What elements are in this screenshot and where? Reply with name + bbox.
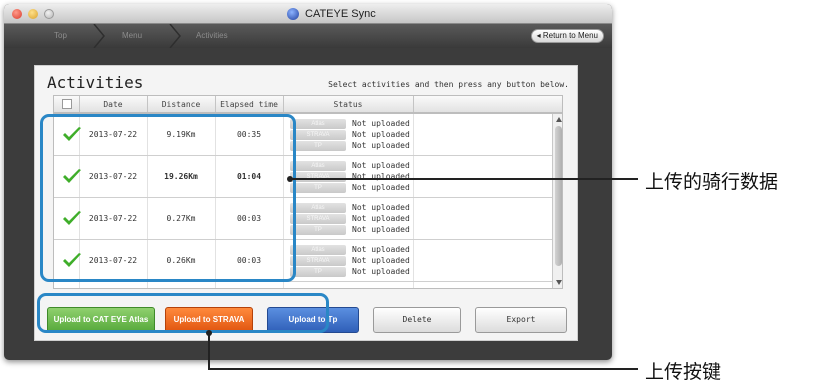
status-text: Not uploaded [352, 141, 410, 150]
status-text: Not uploaded [352, 161, 410, 170]
breadcrumb-activities: Activities [196, 31, 228, 40]
strava-status: STRAVA Not uploaded [290, 214, 410, 224]
title-bar: CATEYE Sync [4, 4, 612, 24]
window-title: CATEYE Sync [305, 8, 376, 20]
tp-tag: TP [290, 225, 346, 235]
column-header-status[interactable]: Status [283, 100, 413, 109]
callout-leader-line [208, 368, 638, 370]
scroll-down-arrow-icon[interactable] [556, 280, 562, 285]
callout-leader-line [292, 178, 638, 180]
uploaded-rides-highlight [40, 114, 296, 282]
strava-status: STRAVA Not uploaded [290, 172, 410, 182]
status-text: Not uploaded [352, 214, 410, 223]
select-all-checkbox[interactable] [62, 99, 72, 109]
column-header-distance[interactable]: Distance [147, 100, 215, 109]
chevron-right-icon [93, 24, 105, 48]
export-button[interactable]: Export [475, 307, 567, 333]
tp-tag: TP [290, 183, 346, 193]
tp-tag: TP [290, 141, 346, 151]
callout-leader-line [208, 334, 210, 370]
status-text: Not uploaded [352, 225, 410, 234]
column-header-elapsed-time[interactable]: Elapsed time [215, 100, 283, 109]
strava-tag: STRAVA [290, 130, 346, 140]
atlas-tag: Atlas [290, 161, 346, 171]
cateye-app-icon [287, 8, 299, 20]
status-text: Not uploaded [352, 119, 410, 128]
strava-status: STRAVA Not uploaded [290, 130, 410, 140]
breadcrumb-top[interactable]: Top [54, 31, 67, 40]
instruction-text: Select activities and then press any but… [328, 80, 569, 89]
uploaded-rides-callout: 上传的骑行数据 [645, 171, 779, 193]
close-window-icon[interactable] [12, 9, 22, 19]
status-text: Not uploaded [352, 203, 410, 212]
upload-buttons-highlight [37, 293, 329, 333]
atlas-status: Atlas Not uploaded [290, 245, 410, 255]
atlas-tag: Atlas [290, 119, 346, 129]
status-text: Not uploaded [352, 245, 410, 254]
page-title: Activities [47, 73, 144, 92]
atlas-tag: Atlas [290, 203, 346, 213]
tp-status: TP Not uploaded [290, 183, 410, 193]
tp-tag: TP [290, 267, 346, 277]
tp-status: TP Not uploaded [290, 225, 410, 235]
status-text: Not uploaded [352, 267, 410, 276]
status-text: Not uploaded [352, 172, 410, 181]
figure: CATEYE Sync Top Menu Activities ◂ Return… [0, 0, 816, 383]
atlas-status: Atlas Not uploaded [290, 119, 410, 129]
strava-status: STRAVA Not uploaded [290, 256, 410, 266]
upload-buttons-callout: 上传按键 [645, 361, 722, 383]
strava-tag: STRAVA [290, 172, 346, 182]
column-divider [413, 96, 414, 112]
table-header: Date Distance Elapsed time Status [53, 95, 563, 113]
column-header-date[interactable]: Date [79, 100, 147, 109]
atlas-status: Atlas Not uploaded [290, 161, 410, 171]
atlas-status: Atlas Not uploaded [290, 203, 410, 213]
status-text: Not uploaded [352, 256, 410, 265]
status-text: Not uploaded [352, 130, 410, 139]
breadcrumb: Top Menu Activities ◂ Return to Menu [4, 24, 612, 48]
delete-button[interactable]: Delete [373, 307, 461, 333]
scroll-up-arrow-icon[interactable] [556, 117, 562, 122]
atlas-tag: Atlas [290, 245, 346, 255]
chevron-right-icon [169, 24, 181, 48]
tp-status: TP Not uploaded [290, 141, 410, 151]
minimize-window-icon[interactable] [28, 9, 38, 19]
table-scrollbar[interactable] [552, 114, 562, 288]
strava-tag: STRAVA [290, 214, 346, 224]
strava-tag: STRAVA [290, 256, 346, 266]
return-to-menu-button[interactable]: ◂ Return to Menu [530, 29, 604, 43]
zoom-window-icon[interactable] [44, 9, 54, 19]
tp-status: TP Not uploaded [290, 267, 410, 277]
breadcrumb-menu[interactable]: Menu [122, 31, 142, 40]
scrollbar-thumb[interactable] [555, 126, 562, 266]
status-text: Not uploaded [352, 183, 410, 192]
